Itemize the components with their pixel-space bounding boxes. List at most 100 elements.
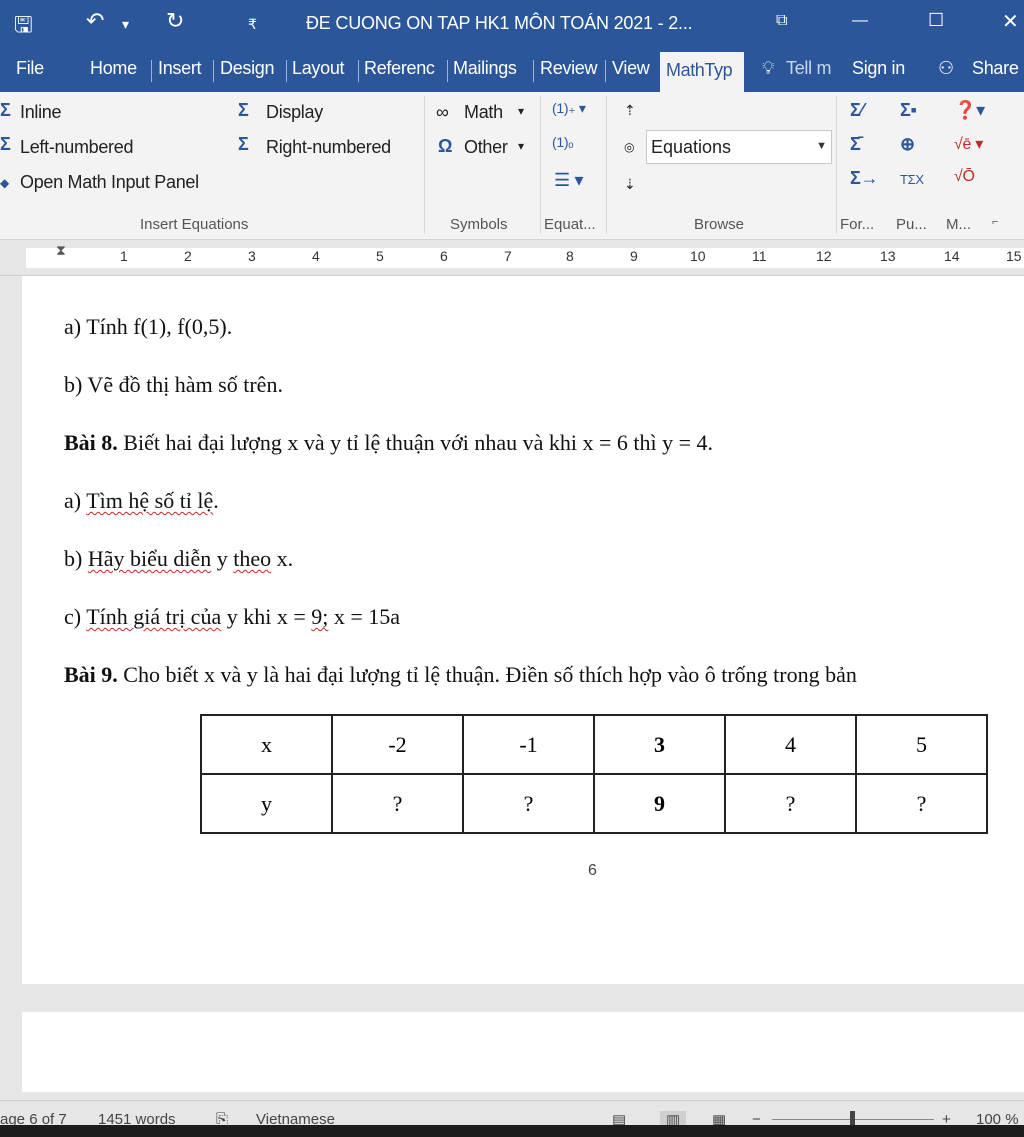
line-suffix: x = 15a xyxy=(328,604,401,629)
line-prefix: b) xyxy=(64,546,88,571)
next-page[interactable] xyxy=(22,1012,1024,1092)
ribbon-display-options-icon[interactable]: ⧉ xyxy=(776,12,787,30)
tab-view[interactable]: View xyxy=(612,58,650,84)
mathtype-icon[interactable]: √Ō xyxy=(954,168,975,186)
table-cell[interactable]: ? xyxy=(462,773,595,834)
page-number: 6 xyxy=(588,862,597,879)
ruler-number: 3 xyxy=(248,248,256,264)
line-text: y xyxy=(211,546,234,571)
infinity-icon: ∞ xyxy=(436,102,449,122)
line-prefix: a) xyxy=(64,488,87,513)
doc-line: a) Tính f(1), f(0,5). xyxy=(64,314,233,339)
table-cell[interactable]: 5 xyxy=(855,714,988,775)
ruler-number: 12 xyxy=(816,248,832,264)
browse-dot-icon: ◎ xyxy=(624,140,635,154)
tab-review[interactable]: Review xyxy=(540,58,598,84)
sigma-numbered-icon: Σ xyxy=(238,134,249,154)
table-cell[interactable]: -1 xyxy=(462,714,595,775)
tab-file[interactable]: File xyxy=(16,58,44,84)
undo-dropdown-icon[interactable]: ▾ xyxy=(122,16,129,33)
open-math-input-panel-button[interactable]: Open Math Input Panel xyxy=(20,172,199,193)
format-equations-icon[interactable]: Σ⁄ xyxy=(850,100,864,121)
browse-select-value: Equations xyxy=(651,137,732,157)
maximize-button[interactable]: ☐ xyxy=(928,10,944,31)
group-label-insert-equations: Insert Equations xyxy=(140,216,249,233)
sigma-icon: Σ xyxy=(238,100,249,120)
close-button[interactable]: ✕ xyxy=(1002,9,1019,34)
tab-mailings[interactable]: Mailings xyxy=(453,58,517,84)
redo-icon[interactable]: ↻ xyxy=(166,8,184,34)
inline-button[interactable]: Inline xyxy=(20,102,62,123)
table-cell[interactable]: 9 xyxy=(593,773,726,834)
exercise-label: Bài 8. xyxy=(64,430,118,455)
table-cell[interactable]: ? xyxy=(331,773,464,834)
left-numbered-button[interactable]: Left-numbered xyxy=(20,137,133,158)
globe-icon[interactable]: ⊕ xyxy=(900,134,915,155)
screen-edge xyxy=(0,1125,1024,1137)
ruler-number: 7 xyxy=(504,248,512,264)
right-numbered-button[interactable]: Right-numbered xyxy=(266,137,391,158)
ribbon: Σ Inline Σ Left-numbered ◆ Open Math Inp… xyxy=(0,92,1024,240)
indent-marker-icon[interactable]: ⧗ xyxy=(56,242,66,259)
minimize-button[interactable]: — xyxy=(852,12,868,30)
table-cell[interactable]: ? xyxy=(724,773,857,834)
group-label-format: For... xyxy=(840,216,875,233)
tab-references[interactable]: Referenc xyxy=(364,58,435,84)
table-cell[interactable]: 4 xyxy=(724,714,857,775)
mathtype-settings-icon[interactable]: √ē ▾ xyxy=(954,134,983,154)
math-symbols-dropdown[interactable]: Math xyxy=(464,102,503,123)
tab-design[interactable]: Design xyxy=(220,58,275,84)
toggle-tex-icon[interactable]: Σ̄ xyxy=(850,134,861,155)
ruler-number: 10 xyxy=(690,248,706,264)
table-row: x -2 -1 3 4 5 xyxy=(200,714,988,775)
exercise-label: Bài 9. xyxy=(64,662,118,687)
insert-reference-icon[interactable]: (1)ₒ xyxy=(552,134,574,150)
doc-line: c) Tính giá trị của y khi x = 9; x = 15a xyxy=(64,604,400,630)
spellcheck-text: Hãy biểu diễn xyxy=(87,546,212,571)
doc-line: b) Hãy biểu diễn y theo x. xyxy=(64,546,293,572)
table-cell[interactable]: -2 xyxy=(331,714,464,775)
undo-icon[interactable]: ↶ xyxy=(86,8,104,34)
share-icon[interactable]: ⚇ xyxy=(938,58,954,84)
share-button[interactable]: Share xyxy=(972,58,1019,84)
ruler-number: 6 xyxy=(440,248,448,264)
tell-me-search[interactable]: Tell m xyxy=(786,58,832,84)
line-text: y khi x = xyxy=(221,604,312,629)
tab-insert[interactable]: Insert xyxy=(158,58,202,84)
tab-mathtype[interactable]: MathTyp xyxy=(660,52,744,92)
ruler-number: 14 xyxy=(944,248,960,264)
tab-home[interactable]: Home xyxy=(90,58,137,84)
insert-number-icon[interactable]: (1)₊ ▾ xyxy=(552,100,586,117)
document-page[interactable]: a) Tính f(1), f(0,5). b) Vẽ đồ thị hàm s… xyxy=(22,276,1024,984)
exercise-9: Bài 9. Cho biết x và y là hai đại lượng … xyxy=(64,662,857,688)
browse-down-icon[interactable]: ⇣ xyxy=(624,176,636,193)
ruler: ⧗ 1 2 3 4 5 6 7 8 9 10 11 12 13 14 15 xyxy=(0,240,1024,276)
doc-line: b) Vẽ đồ thị hàm số trên. xyxy=(64,372,283,397)
tex-icon[interactable]: TΣX xyxy=(900,172,924,187)
ruler-number: 1 xyxy=(120,248,128,264)
convert-equations-icon[interactable]: Σ→ xyxy=(850,168,879,189)
table-cell[interactable]: y xyxy=(200,773,333,834)
browse-select[interactable]: Equations ▼ xyxy=(646,130,832,164)
tab-layout[interactable]: Layout xyxy=(292,58,345,84)
ruler-number: 4 xyxy=(312,248,320,264)
save-icon[interactable]: 🖫 xyxy=(14,8,33,46)
table-cell[interactable]: ? xyxy=(855,773,988,834)
spellcheck-text: 9; xyxy=(311,604,329,629)
display-button[interactable]: Display xyxy=(266,102,323,123)
list-icon[interactable]: ☰ ▾ xyxy=(554,170,584,191)
qat-customize-icon[interactable]: ₹ xyxy=(248,16,257,33)
proportion-table[interactable]: x -2 -1 3 4 5 y ? ? 9 ? ? xyxy=(200,714,988,834)
table-cell[interactable]: 3 xyxy=(593,714,726,775)
help-icon[interactable]: ❓▾ xyxy=(954,100,985,121)
browse-up-icon[interactable]: ⇡ xyxy=(624,102,636,119)
ruler-number: 9 xyxy=(630,248,638,264)
exercise-text: Cho biết x và y là hai đại lượng tỉ lệ t… xyxy=(117,662,857,687)
sign-in-link[interactable]: Sign in xyxy=(852,58,905,84)
lightbulb-icon: 💡︎ xyxy=(762,58,775,78)
other-symbols-dropdown[interactable]: Other xyxy=(464,137,508,158)
table-cell[interactable]: x xyxy=(200,714,333,775)
publish-icon[interactable]: Σ▪ xyxy=(900,100,917,121)
dialog-launcher-icon[interactable]: ⌐ xyxy=(992,216,998,228)
chevron-down-icon: ▼ xyxy=(816,140,827,152)
